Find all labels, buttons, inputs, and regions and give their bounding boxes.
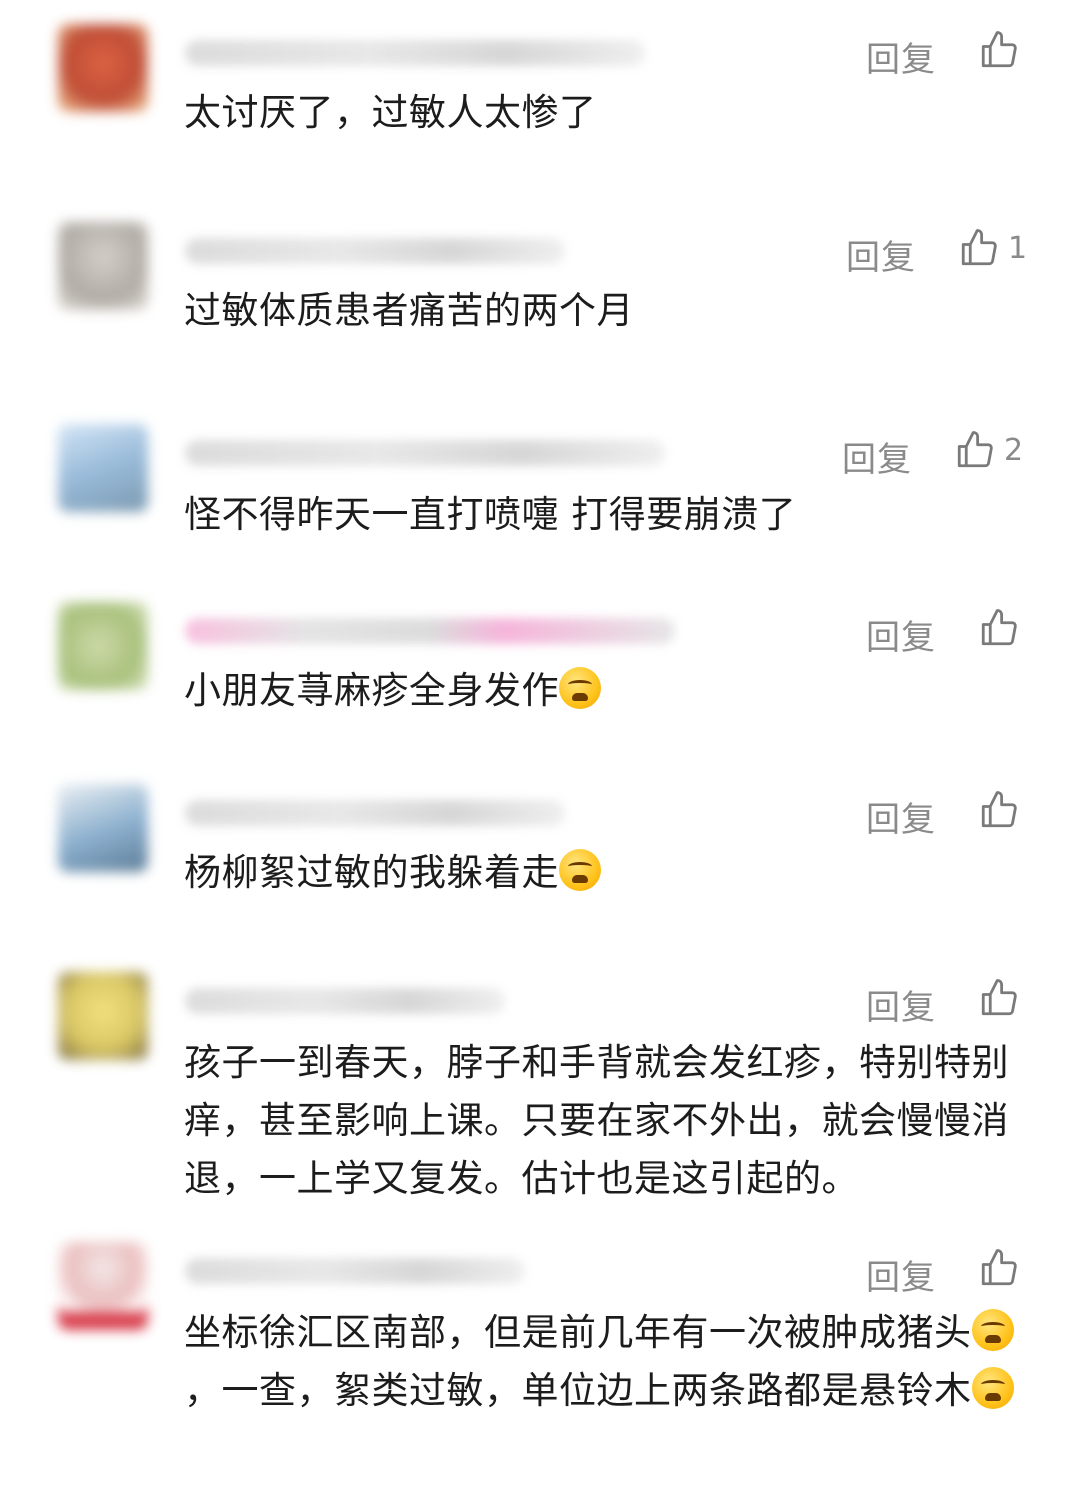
like-button[interactable]: [978, 26, 1028, 74]
comment-text: 坐标徐汇区南部，但是前几年有一次被肿成猪头 ，一查，絮类过敏，单位边上两条路都是悬…: [184, 1304, 1034, 1420]
reply-button[interactable]: 回复: [866, 610, 936, 659]
username-blurred[interactable]: [185, 618, 675, 644]
thumbs-up-icon: [981, 1249, 1017, 1286]
reply-button[interactable]: 回复: [842, 432, 912, 481]
like-count: 1: [1008, 230, 1028, 266]
loudly-crying-face-icon: [971, 1367, 1014, 1409]
loudly-crying-face-icon: [559, 667, 601, 709]
like-button[interactable]: [978, 1244, 1028, 1292]
avatar[interactable]: [58, 972, 148, 1060]
comment-text: 小朋友荨麻疹全身发作: [184, 662, 1034, 720]
crying-face-icon: [559, 849, 601, 891]
reply-button[interactable]: 回复: [866, 1250, 936, 1299]
username-blurred[interactable]: [185, 1258, 525, 1284]
like-button[interactable]: [978, 786, 1028, 834]
username-blurred[interactable]: [185, 440, 665, 466]
comment-text: 怪不得昨天一直打喷嚏 打得要崩溃了: [184, 493, 797, 536]
comment-text-content: 小朋友荨麻疹全身发作: [184, 669, 559, 712]
crying-face-icon: [971, 1309, 1014, 1351]
comment-text: 太讨厌了，过敏人太惨了: [184, 91, 597, 134]
like-button[interactable]: [978, 604, 1028, 652]
thumbs-up-icon: [981, 609, 1017, 646]
thumbs-up-icon: [957, 431, 993, 468]
like-button[interactable]: 1: [958, 224, 1027, 272]
avatar[interactable]: [58, 424, 148, 512]
avatar[interactable]: [58, 784, 148, 872]
comment-text: 孩子一到春天，脖子和手背就会发红疹，特别特别痒，甚至影响上课。只要在家不外出，就…: [184, 1041, 1009, 1200]
thumbs-up-icon: [981, 979, 1017, 1016]
username-blurred[interactable]: [185, 800, 565, 826]
reply-button[interactable]: 回复: [866, 32, 936, 81]
like-button[interactable]: 2: [954, 426, 1023, 474]
like-button[interactable]: [978, 974, 1028, 1022]
avatar[interactable]: [58, 602, 148, 690]
username-blurred[interactable]: [185, 988, 505, 1014]
avatar[interactable]: [58, 222, 148, 310]
reply-button[interactable]: 回复: [846, 230, 916, 279]
comment-text: 杨柳絮过敏的我躲着走: [184, 844, 1034, 902]
comment-text-content: 杨柳絮过敏的我躲着走: [184, 851, 559, 894]
reply-button[interactable]: 回复: [866, 792, 936, 841]
avatar[interactable]: [58, 1242, 148, 1330]
comment-text: 过敏体质患者痛苦的两个月: [184, 289, 634, 332]
thumbs-up-icon: [961, 229, 997, 266]
thumbs-up-icon: [981, 31, 1017, 68]
thumbs-up-icon: [981, 791, 1017, 828]
comment-text-part: ，一查，絮类过敏，单位边上两条路都是悬铃木: [184, 1369, 972, 1412]
like-count: 2: [1004, 432, 1024, 468]
avatar[interactable]: [58, 24, 148, 112]
username-blurred[interactable]: [185, 40, 645, 66]
comment-text-part: 坐标徐汇区南部，但是前几年有一次被肿成猪头: [184, 1311, 972, 1354]
reply-button[interactable]: 回复: [866, 980, 936, 1029]
username-blurred[interactable]: [185, 238, 565, 264]
